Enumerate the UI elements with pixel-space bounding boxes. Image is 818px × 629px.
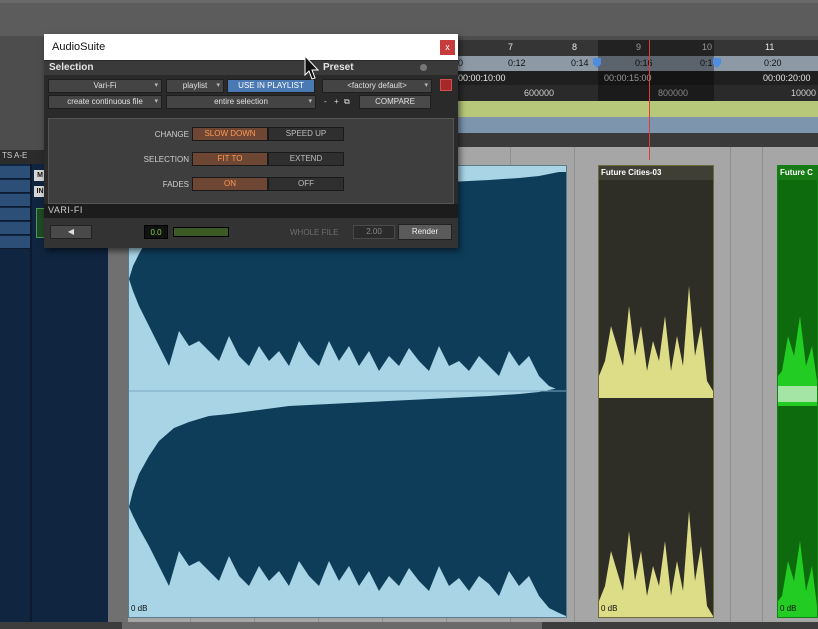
waveform-center-band bbox=[778, 386, 817, 402]
target-select[interactable]: playlist ▾ bbox=[166, 79, 224, 93]
copy-settings-icon[interactable]: ⧉ bbox=[344, 97, 350, 107]
track-list-row[interactable] bbox=[0, 180, 30, 193]
bar-label: 7 bbox=[508, 42, 514, 52]
playhead[interactable] bbox=[649, 40, 650, 160]
preset-record-icon[interactable] bbox=[440, 79, 452, 91]
waveform bbox=[778, 180, 817, 606]
level-meter-fill bbox=[174, 228, 228, 236]
ruler-separator bbox=[456, 133, 818, 147]
target-select-value: playlist bbox=[182, 81, 208, 90]
bar-label: 11 bbox=[765, 42, 775, 52]
chevron-down-icon: ▾ bbox=[154, 98, 158, 105]
chevron-down-icon: ▾ bbox=[424, 82, 428, 89]
fit-to-button[interactable]: FIT TO bbox=[192, 152, 268, 166]
min-sec-label: 0:12 bbox=[508, 58, 526, 68]
waveform-top-channel bbox=[599, 180, 713, 391]
waveform-bottom-channel bbox=[129, 388, 566, 616]
track-list-header-label: TS A-E bbox=[2, 151, 28, 160]
track-list-row[interactable] bbox=[0, 166, 30, 179]
fades-off-button[interactable]: OFF bbox=[268, 177, 344, 191]
audiosuite-titlebar[interactable]: AudioSuite x bbox=[44, 34, 458, 60]
chord-ruler[interactable] bbox=[456, 101, 818, 117]
horizontal-scroll-thumb[interactable] bbox=[122, 622, 542, 629]
window-title: AudioSuite bbox=[52, 41, 106, 53]
top-strip bbox=[0, 0, 818, 36]
samples-label: 600000 bbox=[524, 88, 555, 98]
preset-header: Preset bbox=[323, 62, 354, 73]
plugin-select[interactable]: Vari-Fi ▾ bbox=[48, 79, 162, 93]
fades-on-button[interactable]: ON bbox=[192, 177, 268, 191]
preset-minus-button[interactable]: - bbox=[324, 97, 327, 106]
change-label: CHANGE bbox=[154, 130, 189, 139]
waveform-top-channel bbox=[778, 180, 817, 381]
slow-down-button[interactable]: SLOW DOWN bbox=[192, 127, 268, 141]
selection-label: SELECTION bbox=[143, 155, 189, 164]
timecode-label: 00:00:20:00 bbox=[763, 73, 811, 83]
preview-button[interactable]: ◀ bbox=[50, 225, 92, 239]
track-list-divider bbox=[30, 164, 32, 629]
plugin-select-value: Vari-Fi bbox=[93, 81, 117, 90]
audiosuite-window: AudioSuite x Selection Preset Vari-Fi ▾ … bbox=[44, 34, 458, 248]
preset-menu-icon[interactable] bbox=[420, 64, 427, 71]
plugin-name-label: VARI-FI bbox=[48, 205, 83, 215]
mouse-cursor-icon bbox=[304, 55, 320, 80]
track-list-row[interactable] bbox=[0, 208, 30, 221]
grid-line bbox=[730, 147, 731, 622]
plugin-name-bar: VARI-FI bbox=[44, 204, 458, 218]
clip-name: Future C bbox=[780, 168, 813, 177]
selection-mode-value: entire selection bbox=[214, 97, 268, 106]
process-mode-select[interactable]: create continuous file ▾ bbox=[48, 95, 162, 109]
clip-name: Future Cities-03 bbox=[601, 168, 662, 177]
grid-line bbox=[762, 147, 763, 622]
use-in-playlist-button[interactable]: USE IN PLAYLIST bbox=[227, 79, 315, 93]
extend-button[interactable]: EXTEND bbox=[268, 152, 344, 166]
samples-label: 10000 bbox=[791, 88, 817, 98]
track-list-row[interactable] bbox=[0, 194, 30, 207]
render-bar bbox=[44, 218, 458, 248]
chevron-down-icon: ▾ bbox=[308, 98, 312, 105]
timecode-label: 00:00:10:00 bbox=[458, 73, 506, 83]
chevron-down-icon: ▾ bbox=[216, 82, 220, 89]
clip-gain-label[interactable]: 0 dB bbox=[131, 604, 147, 613]
min-sec-label: 0:20 bbox=[764, 58, 782, 68]
close-button[interactable]: x bbox=[440, 40, 455, 55]
clip-gain-label[interactable]: 0 dB bbox=[780, 604, 796, 613]
marker-ruler[interactable] bbox=[456, 117, 818, 133]
preset-select[interactable]: <factory default> ▾ bbox=[322, 79, 432, 93]
grid-line bbox=[574, 147, 575, 622]
render-button[interactable]: Render bbox=[398, 224, 452, 240]
speaker-icon: ◀ bbox=[67, 227, 75, 236]
timeline-selection-band bbox=[598, 40, 714, 101]
selection-mode-select[interactable]: entire selection ▾ bbox=[166, 95, 316, 109]
selection-header: Selection bbox=[49, 62, 94, 73]
process-mode-value: create continuous file bbox=[67, 97, 143, 106]
top-line bbox=[0, 0, 818, 3]
bar-label: 8 bbox=[572, 42, 578, 52]
level-readout: 0.0 bbox=[144, 225, 168, 239]
plugin-parameters: CHANGE SLOW DOWN SPEED UP SELECTION FIT … bbox=[48, 118, 454, 204]
track-list-row[interactable] bbox=[0, 236, 30, 249]
fades-label: FADES bbox=[162, 180, 189, 189]
min-sec-label: 0 bbox=[458, 58, 464, 68]
whole-file-label[interactable]: WHOLE FILE bbox=[290, 228, 338, 237]
chevron-down-icon: ▾ bbox=[154, 82, 158, 89]
waveform bbox=[599, 180, 713, 616]
preset-select-value: <factory default> bbox=[347, 81, 407, 90]
preset-plus-button[interactable]: + bbox=[334, 97, 339, 106]
speed-up-button[interactable]: SPEED UP bbox=[268, 127, 344, 141]
audio-clip[interactable] bbox=[777, 165, 818, 618]
clip-gain-label[interactable]: 0 dB bbox=[601, 604, 617, 613]
audio-clip[interactable] bbox=[598, 165, 714, 618]
compare-button[interactable]: COMPARE bbox=[359, 95, 431, 109]
waveform-bottom-channel bbox=[599, 398, 713, 616]
min-sec-label: 0:14 bbox=[571, 58, 589, 68]
track-list-row[interactable] bbox=[0, 222, 30, 235]
waveform-bottom-channel bbox=[778, 406, 817, 606]
section-headers: Selection Preset bbox=[44, 61, 458, 75]
handle-length-field[interactable]: 2.00 bbox=[353, 225, 395, 239]
